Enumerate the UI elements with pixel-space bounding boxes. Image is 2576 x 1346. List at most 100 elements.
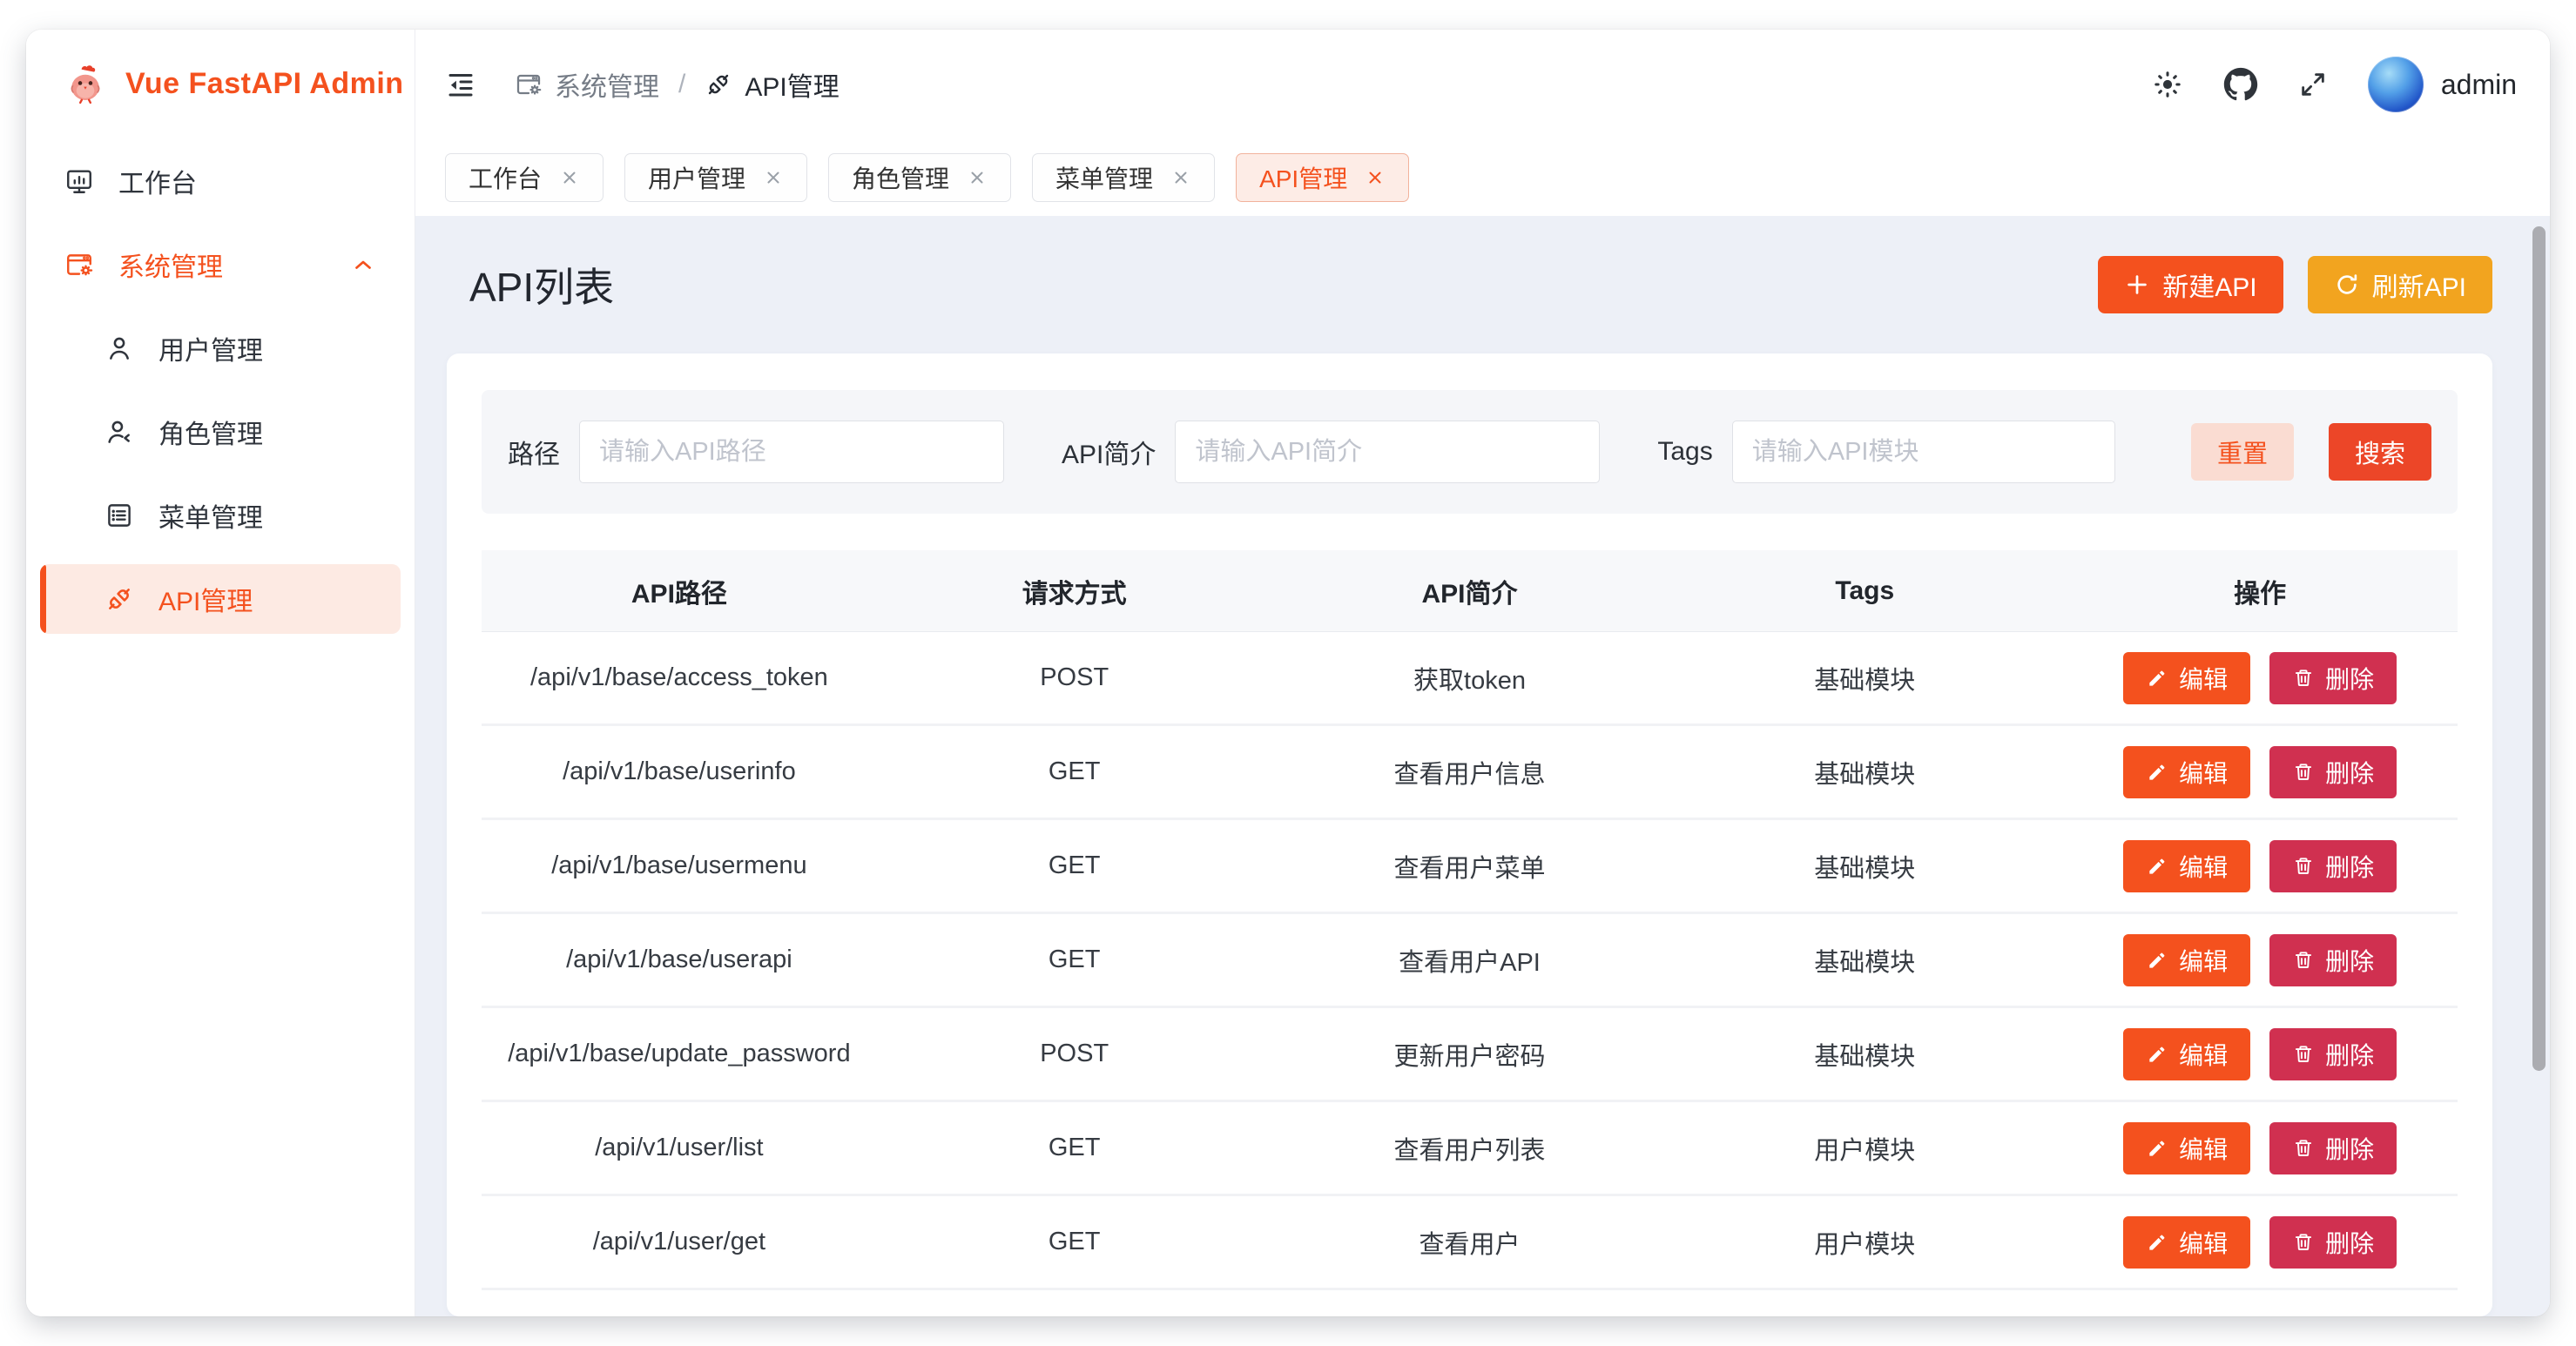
delete-button[interactable]: 删除 (2269, 1122, 2397, 1174)
page-actions: 新建API 刷新API (2098, 256, 2492, 313)
sun-icon (2152, 69, 2183, 100)
expand-icon (2298, 70, 2328, 99)
fullscreen-button[interactable] (2298, 70, 2328, 99)
filter-summary: API简介 (1062, 421, 1600, 483)
pencil-icon (2146, 761, 2168, 784)
topbar-actions: admin (2152, 57, 2517, 112)
path-label: 路径 (508, 433, 560, 471)
reset-button[interactable]: 重置 (2191, 423, 2294, 481)
username: admin (2441, 69, 2517, 101)
delete-button[interactable]: 删除 (2269, 652, 2397, 704)
create-api-button[interactable]: 新建API (2098, 256, 2283, 313)
sidebar-item-label: 系统管理 (118, 246, 223, 284)
sidebar-item-label: 工作台 (118, 162, 197, 200)
tags-input[interactable] (1732, 421, 2115, 483)
trash-icon (2292, 761, 2315, 784)
main-area: 系统管理 / API管理 (415, 30, 2550, 1316)
edit-button[interactable]: 编辑 (2123, 746, 2250, 798)
user-menu[interactable]: admin (2368, 57, 2517, 112)
summary-input[interactable] (1175, 421, 1600, 483)
app-title: Vue FastAPI Admin (125, 67, 404, 101)
filter-bar: 路径 API简介 Tags 重置 搜索 (482, 390, 2458, 514)
delete-button[interactable]: 删除 (2269, 1216, 2397, 1269)
table-row: /api/v1/base/update_password POST 更新用户密码… (482, 1008, 2458, 1102)
menu-fold-icon (445, 69, 476, 100)
sidebar-item-role-management[interactable]: 角色管理 (40, 397, 401, 467)
api-list-card: 路径 API简介 Tags 重置 搜索 (447, 353, 2492, 1316)
chick-logo-icon (63, 61, 108, 106)
filter-tags: Tags (1657, 421, 2114, 483)
close-icon[interactable] (1365, 167, 1386, 188)
sidebar-item-menu-management[interactable]: 菜单管理 (40, 481, 401, 550)
trash-icon (2292, 949, 2315, 972)
breadcrumb: 系统管理 / API管理 (515, 65, 840, 104)
chevron-up-icon (348, 252, 378, 278)
tab-user-management[interactable]: 用户管理 (624, 153, 807, 202)
page-title: API列表 (469, 256, 614, 313)
close-icon[interactable] (559, 167, 580, 188)
tab-api-management[interactable]: API管理 (1236, 153, 1409, 202)
breadcrumb-system-management[interactable]: 系统管理 (515, 65, 659, 104)
col-method: 请求方式 (877, 550, 1272, 631)
sidebar-item-workbench[interactable]: 工作台 (40, 146, 401, 216)
table-row: /api/v1/base/userapi GET 查看用户API 基础模块 编辑… (482, 914, 2458, 1008)
trash-icon (2292, 667, 2315, 690)
close-icon[interactable] (1170, 167, 1191, 188)
tab-menu-management[interactable]: 菜单管理 (1032, 153, 1215, 202)
tab-role-management[interactable]: 角色管理 (828, 153, 1011, 202)
sidebar: Vue FastAPI Admin 工作台 系统管理 用户管理 角色管理 (26, 30, 415, 1316)
summary-label: API简介 (1062, 433, 1156, 471)
sidebar-item-user-management[interactable]: 用户管理 (40, 313, 401, 383)
close-icon[interactable] (763, 167, 784, 188)
table-row: /api/v1/user/list GET 查看用户列表 用户模块 编辑 删除 (482, 1102, 2458, 1196)
sidebar-item-api-management[interactable]: API管理 (40, 564, 401, 634)
delete-button[interactable]: 删除 (2269, 934, 2397, 986)
delete-button[interactable]: 删除 (2269, 1028, 2397, 1080)
api-table: API路径 请求方式 API简介 Tags 操作 /api/v1/base/ac… (482, 550, 2458, 1316)
sidebar-item-system-management[interactable]: 系统管理 (40, 230, 401, 299)
refresh-api-button[interactable]: 刷新API (2308, 256, 2492, 313)
trash-icon (2292, 855, 2315, 878)
filter-path: 路径 (508, 421, 1004, 483)
table-row-partial (482, 1290, 2458, 1316)
sidebar-item-label: 菜单管理 (158, 496, 263, 535)
path-input[interactable] (579, 421, 1004, 483)
pencil-icon (2146, 1231, 2168, 1254)
col-tags: Tags (1667, 550, 2062, 631)
tab-workbench[interactable]: 工作台 (445, 153, 604, 202)
list-icon (105, 501, 134, 530)
person-icon (105, 333, 134, 363)
delete-button[interactable]: 删除 (2269, 840, 2397, 892)
edit-button[interactable]: 编辑 (2123, 652, 2250, 704)
topbar: 系统管理 / API管理 (415, 30, 2550, 139)
tags-label: Tags (1657, 437, 1712, 467)
theme-toggle-button[interactable] (2152, 69, 2183, 100)
search-button[interactable]: 搜索 (2329, 423, 2431, 481)
page-header: API列表 新建API 刷新API (447, 216, 2492, 353)
tabs-bar: 工作台 用户管理 角色管理 菜单管理 API管理 (415, 139, 2550, 216)
breadcrumb-api-management[interactable]: API管理 (705, 65, 839, 104)
github-button[interactable] (2223, 67, 2258, 102)
window-gear-icon (64, 250, 94, 279)
edit-button[interactable]: 编辑 (2123, 1028, 2250, 1080)
delete-button[interactable]: 删除 (2269, 746, 2397, 798)
pencil-icon (2146, 855, 2168, 878)
edit-button[interactable]: 编辑 (2123, 840, 2250, 892)
col-path: API路径 (482, 550, 877, 631)
trash-icon (2292, 1043, 2315, 1066)
edit-button[interactable]: 编辑 (2123, 1216, 2250, 1269)
window-gear-icon (515, 71, 543, 98)
sidebar-collapse-button[interactable] (445, 69, 476, 100)
table-row: /api/v1/user/get GET 查看用户 用户模块 编辑 删除 (482, 1196, 2458, 1290)
vertical-scrollbar-thumb[interactable] (2532, 226, 2546, 1071)
plug-icon (105, 584, 134, 614)
trash-icon (2292, 1137, 2315, 1160)
pencil-icon (2146, 667, 2168, 690)
edit-button[interactable]: 编辑 (2123, 1122, 2250, 1174)
edit-button[interactable]: 编辑 (2123, 934, 2250, 986)
close-icon[interactable] (967, 167, 988, 188)
trash-icon (2292, 1231, 2315, 1254)
monitor-icon (64, 166, 94, 196)
col-summary: API简介 (1272, 550, 1668, 631)
app-logo[interactable]: Vue FastAPI Admin (26, 30, 415, 138)
